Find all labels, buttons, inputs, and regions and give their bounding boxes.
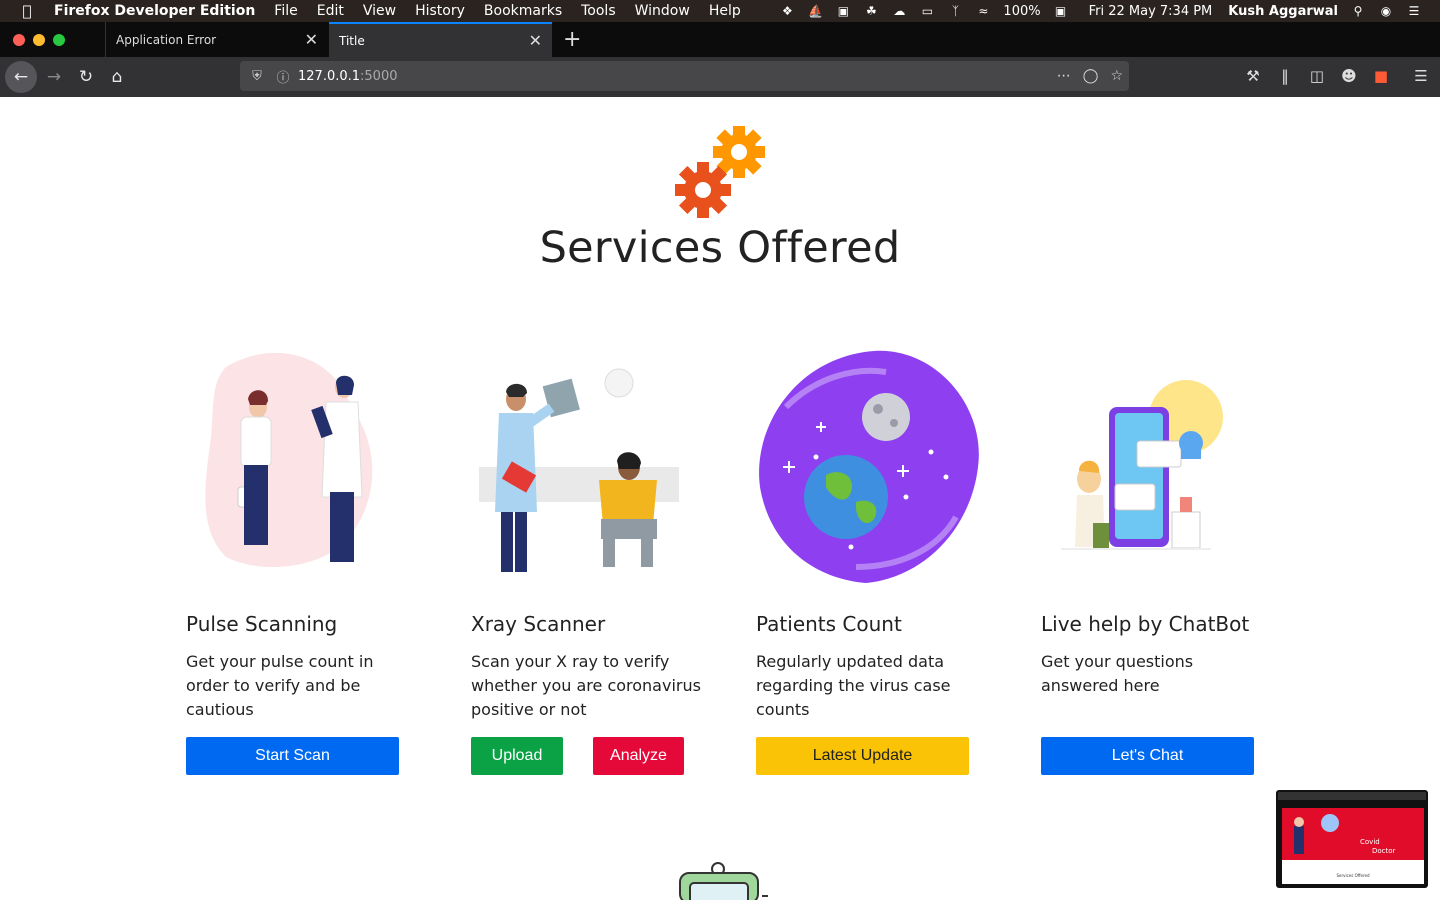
battery-percent: 100%	[1003, 3, 1041, 19]
bookmark-app-icon[interactable]: ▣	[835, 4, 851, 18]
forward-button[interactable]: →	[40, 63, 68, 91]
airplay-icon[interactable]: ▭	[919, 4, 935, 18]
card-pulse-scanning: Pulse Scanning Get your pulse count in o…	[186, 347, 426, 775]
gears-logo-icon	[675, 126, 765, 218]
thumbnail-title-line1: Covid	[1360, 838, 1380, 846]
thumbnail-title: Covid Doctor	[1360, 838, 1395, 856]
tab-label: Title	[339, 33, 365, 48]
start-scan-button[interactable]: Start Scan	[186, 737, 399, 775]
card-title: Patients Count	[756, 612, 902, 636]
siri-icon[interactable]: ◉	[1378, 4, 1394, 18]
clock[interactable]: Fri 22 May 7:34 PM	[1089, 4, 1213, 19]
evernote-icon[interactable]: ☘	[863, 4, 879, 18]
tracking-shield-icon[interactable]: ⛨	[248, 69, 266, 84]
analyze-button[interactable]: Analyze	[593, 737, 684, 775]
xray-illustration	[479, 368, 679, 572]
pocket-icon[interactable]: ◯	[1083, 68, 1099, 84]
tab-title[interactable]: Title ✕	[329, 22, 552, 57]
page-content: Services Offered Pulse Scanning Get your…	[0, 97, 1440, 900]
latest-update-button[interactable]: Latest Update	[756, 737, 969, 775]
card-title: Xray Scanner	[471, 612, 606, 636]
close-window-button[interactable]	[13, 34, 25, 46]
dropbox-icon[interactable]: ❖	[779, 4, 795, 18]
robot-illustration-icon	[679, 862, 768, 900]
card-description: Get your questions answered here	[1041, 652, 1194, 695]
apple-icon[interactable]: 	[0, 2, 54, 20]
menu-app-name[interactable]: Firefox Developer Edition	[54, 3, 255, 19]
card-title: Pulse Scanning	[186, 612, 338, 636]
menu-history[interactable]: History	[415, 3, 465, 19]
minimize-window-button[interactable]	[33, 34, 45, 46]
library-icon[interactable]: ‖	[1276, 67, 1294, 85]
url-port: :5000	[360, 68, 398, 84]
tab-strip: Application Error ✕ Title ✕ +	[0, 22, 1440, 57]
wifi-icon[interactable]: ≈	[975, 4, 991, 18]
account-icon[interactable]: ☻	[1340, 67, 1358, 85]
menu-help[interactable]: Help	[709, 3, 741, 19]
spotlight-search-icon[interactable]: ⚲	[1350, 4, 1366, 18]
user-name[interactable]: Kush Aggarwal	[1228, 4, 1338, 19]
site-info-icon[interactable]: ⓘ	[274, 67, 292, 86]
status-area: ❖ ⛵ ▣ ☘ ☁ ▭ ᛉ ≈ 100% ▣ Fri 22 May 7:34 P…	[779, 0, 1422, 22]
thumbnail-title-line2: Doctor	[1372, 847, 1396, 855]
close-icon[interactable]: ✕	[529, 31, 542, 50]
bookmark-star-icon[interactable]: ☆	[1110, 68, 1123, 84]
notification-center-icon[interactable]: ☰	[1406, 4, 1422, 18]
url-actions: ⋯ ◯ ☆	[1057, 68, 1123, 84]
globe-galaxy-illustration	[759, 350, 979, 583]
toolbar-right: ⚒ ‖ ◫ ☻ ■ ☰	[1244, 67, 1430, 85]
card-description: Scan your X ray to verify whether you ar…	[471, 652, 701, 719]
zoom-window-button[interactable]	[53, 34, 65, 46]
screen-recording-thumbnail[interactable]: Covid Doctor Services Offered	[1276, 790, 1428, 888]
menu-file[interactable]: File	[274, 3, 297, 19]
tab-application-error[interactable]: Application Error ✕	[105, 22, 328, 57]
extension-icon[interactable]: ■	[1372, 67, 1390, 85]
menu-bookmarks[interactable]: Bookmarks	[484, 3, 562, 19]
bluetooth-icon[interactable]: ᛉ	[947, 4, 963, 18]
back-button[interactable]: ←	[5, 61, 37, 93]
upload-button[interactable]: Upload	[471, 737, 563, 775]
page-title: Services Offered	[539, 223, 901, 273]
chatbot-illustration	[1061, 380, 1223, 550]
window-controls	[13, 34, 65, 46]
hamburger-menu-icon[interactable]: ☰	[1412, 67, 1430, 85]
card-xray-scanner: Xray Scanner Scan your X ray to verify w…	[471, 347, 711, 775]
mac-menubar:  Firefox Developer Edition File Edit Vi…	[0, 0, 1440, 22]
thumbnail-toolbar	[1278, 792, 1426, 800]
menu-tools[interactable]: Tools	[581, 3, 616, 19]
lets-chat-button[interactable]: Let's Chat	[1041, 737, 1254, 775]
close-icon[interactable]: ✕	[305, 30, 318, 49]
menu-window[interactable]: Window	[635, 3, 690, 19]
url-bar[interactable]: ⛨ ⓘ 127.0.0.1:5000 ⋯ ◯ ☆	[240, 61, 1129, 91]
new-tab-button[interactable]: +	[563, 27, 581, 52]
developer-tools-icon[interactable]: ⚒	[1244, 67, 1262, 85]
menu-view[interactable]: View	[363, 3, 396, 19]
home-button[interactable]: ⌂	[103, 63, 131, 91]
card-live-help-chatbot: Live help by ChatBot Get your questions …	[1041, 347, 1281, 775]
menu-edit[interactable]: Edit	[317, 3, 344, 19]
card-title: Live help by ChatBot	[1041, 612, 1250, 636]
card-description: Get your pulse count in order to verify …	[186, 652, 374, 719]
doctors-illustration	[205, 352, 373, 567]
tab-label: Application Error	[116, 32, 217, 47]
thumbnail-hero: Covid Doctor	[1282, 808, 1424, 860]
thumbnail-doctor-icon	[1294, 814, 1339, 854]
reload-button[interactable]: ↻	[72, 63, 100, 91]
cloud-icon[interactable]: ☁	[891, 4, 907, 18]
page-actions-icon[interactable]: ⋯	[1057, 68, 1071, 84]
battery-icon[interactable]: ▣	[1053, 4, 1069, 18]
card-patients-count: Patients Count Regularly updated data re…	[756, 347, 996, 775]
card-description: Regularly updated data regarding the vir…	[756, 652, 951, 719]
thumbnail-subtitle: Services Offered	[1336, 873, 1370, 878]
docker-icon[interactable]: ⛵	[807, 4, 823, 18]
navigation-toolbar: ← → ↻ ⌂ ⛨ ⓘ 127.0.0.1:5000 ⋯ ◯ ☆ ⚒ ‖ ◫ ☻…	[0, 57, 1440, 97]
sidebar-icon[interactable]: ◫	[1308, 67, 1326, 85]
url-host: 127.0.0.1	[298, 68, 361, 84]
thumbnail-body: Services Offered	[1282, 860, 1424, 884]
